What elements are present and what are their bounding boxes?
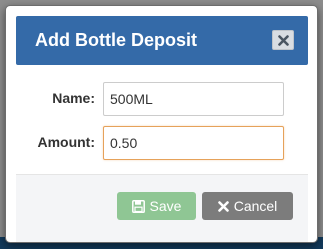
cancel-label: Cancel [233, 198, 278, 214]
name-row: Name: [6, 82, 317, 116]
save-label: Save [149, 198, 182, 214]
name-input[interactable] [103, 82, 284, 116]
amount-input[interactable] [103, 126, 284, 160]
floppy-disk-icon [131, 199, 145, 213]
cancel-button[interactable]: Cancel [202, 192, 293, 220]
modal-title: Add Bottle Deposit [35, 30, 197, 50]
add-bottle-deposit-dialog: Add Bottle Deposit Name: Amount: [5, 5, 318, 243]
amount-row: Amount: [6, 126, 317, 160]
amount-label: Amount: [37, 134, 95, 150]
close-button[interactable] [272, 30, 294, 50]
modal-footer: Save Cancel [16, 174, 308, 242]
times-icon [217, 200, 229, 212]
name-label: Name: [52, 90, 95, 106]
modal-header: Add Bottle Deposit [16, 16, 308, 65]
save-button[interactable]: Save [117, 192, 196, 220]
